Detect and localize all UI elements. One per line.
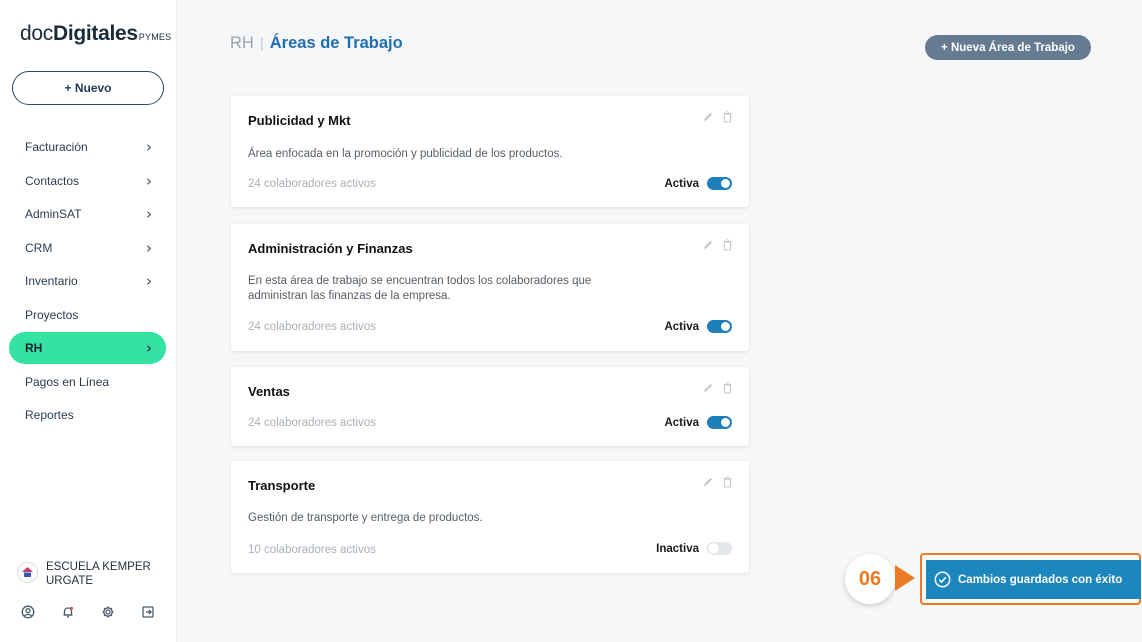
toast-message: Cambios guardados con éxito <box>958 573 1123 586</box>
sidebar-nav: Facturación › Contactos › AdminSAT › CRM… <box>9 131 166 433</box>
sidebar-item-label: RH <box>25 341 43 355</box>
sidebar-item-adminsat[interactable]: AdminSAT › <box>9 198 166 230</box>
sidebar: docDigitalesPYMES + Nuevo Facturación › … <box>0 0 177 642</box>
status-label: Activa <box>664 320 699 333</box>
chevron-right-icon: › <box>146 238 152 257</box>
edit-icon[interactable] <box>703 238 714 250</box>
sidebar-item-label: Contactos <box>25 173 80 188</box>
trash-icon[interactable] <box>722 381 733 394</box>
brand-part-1: doc <box>20 22 53 45</box>
user-name: ESCUELA KEMPER URGATE <box>46 561 151 587</box>
area-card: Publicidad y Mkt Área enfocada en la pro… <box>231 96 749 207</box>
sidebar-item-label: AdminSAT <box>25 207 82 221</box>
area-count: 10 colaboradores activos <box>248 544 376 556</box>
logout-icon[interactable] <box>141 605 155 619</box>
chevron-right-icon: › <box>146 272 152 290</box>
edit-icon[interactable] <box>703 110 714 122</box>
chevron-right-icon: › <box>146 171 152 190</box>
sidebar-item-label: Reportes <box>25 408 74 422</box>
user-circle-icon[interactable] <box>21 605 35 619</box>
brand-part-3: PYMES <box>138 32 172 42</box>
area-description: Área enfocada en la promoción y publicid… <box>248 148 563 160</box>
sidebar-item-facturacion[interactable]: Facturación › <box>9 131 166 163</box>
area-status: Activa <box>664 320 732 333</box>
status-label: Inactiva <box>656 542 699 555</box>
new-button[interactable]: + Nuevo <box>12 71 164 105</box>
sidebar-item-label: Inventario <box>25 274 78 288</box>
edit-icon[interactable] <box>703 475 714 487</box>
avatar <box>17 562 38 583</box>
status-toggle[interactable] <box>707 177 732 190</box>
bell-icon[interactable] <box>61 605 75 619</box>
area-count: 24 colaboradores activos <box>248 321 376 333</box>
user-account[interactable]: ESCUELA KEMPER URGATE <box>17 560 158 588</box>
status-label: Activa <box>664 177 699 190</box>
edit-icon[interactable] <box>703 381 714 393</box>
area-count: 24 colaboradores activos <box>248 178 376 190</box>
area-actions <box>703 110 733 123</box>
success-toast: Cambios guardados con éxito <box>926 560 1141 599</box>
sidebar-item-inventario[interactable]: Inventario › <box>9 265 166 297</box>
breadcrumb-separator: | <box>259 35 264 52</box>
area-card: Ventas 24 colaboradores activos Activa <box>231 367 749 446</box>
chevron-right-icon: › <box>146 138 152 156</box>
area-title: Transporte <box>248 478 316 493</box>
add-area-button[interactable]: + Nueva Área de Trabajo <box>925 35 1091 60</box>
status-label: Activa <box>664 416 699 429</box>
area-status: Inactiva <box>656 542 732 555</box>
check-circle-icon <box>934 571 951 588</box>
area-actions <box>703 381 733 394</box>
sidebar-item-pagos-en-linea[interactable]: Pagos en Línea <box>9 366 166 398</box>
area-title: Administración y Finanzas <box>248 241 413 256</box>
breadcrumb: RH | Áreas de Trabajo <box>230 34 403 53</box>
sidebar-item-contactos[interactable]: Contactos › <box>9 165 166 197</box>
school-logo-icon <box>22 567 33 577</box>
chevron-right-icon: › <box>145 339 152 357</box>
sidebar-item-label: CRM <box>25 240 53 255</box>
area-description: Gestión de transporte y entrega de produ… <box>248 512 483 524</box>
brand-logo[interactable]: docDigitalesPYMES <box>20 22 171 46</box>
area-actions <box>703 238 733 251</box>
area-card: Administración y Finanzas En esta área d… <box>231 224 749 351</box>
breadcrumb-root[interactable]: RH <box>230 34 254 53</box>
area-count: 24 colaboradores activos <box>248 417 376 429</box>
chevron-right-icon: › <box>146 205 152 223</box>
status-toggle[interactable] <box>707 542 732 555</box>
sidebar-item-label: Pagos en Línea <box>25 374 110 389</box>
status-toggle[interactable] <box>707 416 732 429</box>
sidebar-item-label: Facturación <box>25 140 88 154</box>
area-actions <box>703 475 733 488</box>
area-title: Publicidad y Mkt <box>248 113 351 128</box>
trash-icon[interactable] <box>722 238 733 251</box>
sidebar-item-reportes[interactable]: Reportes <box>9 399 166 431</box>
trash-icon[interactable] <box>722 475 733 488</box>
area-status: Activa <box>664 177 732 190</box>
sidebar-item-proyectos[interactable]: Proyectos <box>9 299 166 331</box>
trash-icon[interactable] <box>722 110 733 123</box>
brand-part-2: Digitales <box>52 22 138 45</box>
status-toggle[interactable] <box>707 320 732 333</box>
sidebar-item-crm[interactable]: CRM › <box>9 232 166 264</box>
area-description: En esta área de trabajo se encuentran to… <box>248 275 592 302</box>
sidebar-item-rh[interactable]: RH › <box>9 332 166 364</box>
page-title: Áreas de Trabajo <box>269 34 403 52</box>
area-status: Activa <box>664 416 732 429</box>
sidebar-footer <box>21 605 155 619</box>
arrow-right-icon <box>895 565 915 591</box>
sidebar-item-label: Proyectos <box>25 307 79 322</box>
area-card: Transporte Gestión de transporte y entre… <box>231 461 749 573</box>
step-badge: 06 <box>845 554 895 604</box>
area-title: Ventas <box>248 384 290 399</box>
gear-icon[interactable] <box>101 605 115 619</box>
